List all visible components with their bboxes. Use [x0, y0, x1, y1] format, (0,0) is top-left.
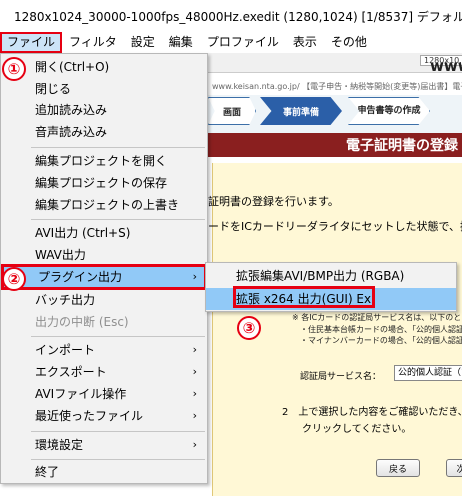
menu-item-audio-load[interactable]: 音声読み込み — [1, 121, 207, 143]
menu-item-open[interactable]: 開く(Ctrl+O) — [1, 56, 207, 78]
menu-item-plugin-output[interactable]: プラグイン出力 › — [1, 264, 207, 290]
menu-item-label: 追加読み込み — [35, 103, 108, 117]
annotation-marker-3: ③ — [237, 316, 261, 340]
window-titlebar: 1280x1024_30000-1000fps_48000Hz.exedit (… — [0, 0, 462, 32]
plugin-output-submenu: 拡張編集AVI/BMP出力 (RGBA) 拡張 x264 出力(GUI) Ex — [205, 262, 457, 312]
menu-item-label: WAV出力 — [35, 248, 86, 262]
menu-item-stop-output: 出力の中断 (Esc) — [1, 311, 207, 333]
step-preparation: 事前準備 — [260, 97, 342, 125]
menu-item-label: 出力の中断 (Esc) — [35, 315, 129, 329]
submenu-arrow-icon: › — [192, 387, 197, 400]
intro-text: 証明書の登録を行います。 — [208, 195, 339, 208]
submenu-arrow-icon: › — [192, 343, 197, 356]
page-heading-bar: 電子証明書の登録 — [208, 133, 462, 157]
menu-item-label: 最近使ったファイル — [35, 409, 144, 423]
submenu-item-exedit-avi-bmp[interactable]: 拡張編集AVI/BMP出力 (RGBA) — [206, 265, 456, 287]
menu-item-label: 編集プロジェクトの保存 — [35, 176, 168, 190]
step-screen: 画面 — [208, 97, 256, 125]
menu-filter[interactable]: フィルタ — [62, 32, 124, 53]
menu-item-close[interactable]: 閉じる — [1, 78, 207, 100]
menu-profile[interactable]: プロファイル — [200, 32, 286, 53]
submenu-arrow-icon: › — [192, 409, 197, 422]
menu-item-avi-file-ops[interactable]: AVIファイル操作 › — [1, 383, 207, 405]
instruction-text: ードをICカードリーダライタにセットした状態で、操 — [208, 220, 462, 233]
note-line: ・マイナンバーカードの場合、「公的個人認証 — [300, 336, 462, 345]
address-bar[interactable]: www.keisan.nta.go.jp/ 【電子申告・納税等開始(変更等)届出… — [208, 81, 462, 95]
menu-item-batch-output[interactable]: バッチ出力 — [1, 289, 207, 311]
menu-item-open-project[interactable]: 編集プロジェクトを開く — [1, 150, 207, 172]
menu-item-label: 閉じる — [35, 82, 72, 96]
menu-separator — [31, 147, 205, 148]
file-menu-dropdown: 開く(Ctrl+O) 閉じる 追加読み込み 音声読み込み 編集プロジェクトを開く… — [0, 53, 208, 484]
menu-item-label: エクスポート — [35, 365, 107, 379]
menu-separator — [31, 219, 205, 220]
site-brand: www.BA — [430, 57, 462, 75]
menu-item-preferences[interactable]: 環境設定 › — [1, 434, 207, 456]
annotation-marker-1: ① — [2, 57, 26, 81]
menu-item-label: AVIファイル操作 — [35, 387, 127, 401]
page-heading: 電子証明書の登録 — [346, 138, 458, 154]
menu-item-avi-output[interactable]: AVI出力 (Ctrl+S) — [1, 222, 207, 244]
menu-item-wav-output[interactable]: WAV出力 — [1, 244, 207, 266]
menu-item-recent-files[interactable]: 最近使ったファイル › — [1, 405, 207, 427]
menu-bar: ファイル フィルタ 設定 編集 プロファイル 表示 その他 — [0, 32, 462, 53]
note-line: ※ 各ICカードの認証局サービス名は、以下のと — [292, 313, 462, 322]
submenu-item-label: 拡張編集AVI/BMP出力 (RGBA) — [236, 269, 405, 283]
submenu-arrow-icon: › — [192, 270, 197, 283]
menu-item-import[interactable]: インポート › — [1, 339, 207, 361]
menu-edit[interactable]: 編集 — [162, 32, 200, 53]
menu-item-label: 環境設定 — [35, 438, 84, 452]
step2-text: クリックしてください。 — [302, 424, 412, 435]
menu-item-export[interactable]: エクスポート › — [1, 361, 207, 383]
menu-item-label: 音声読み込み — [35, 125, 108, 139]
annotation-highlight-box — [233, 286, 375, 308]
submenu-arrow-icon: › — [192, 438, 197, 451]
window-title: 1280x1024_30000-1000fps_48000Hz.exedit (… — [14, 9, 462, 24]
menu-item-label: 終了 — [35, 465, 60, 479]
menu-item-label: AVI出力 (Ctrl+S) — [35, 226, 131, 240]
menu-settings[interactable]: 設定 — [124, 32, 162, 53]
menu-item-label: 編集プロジェクトを開く — [35, 154, 168, 168]
menu-item-save-project[interactable]: 編集プロジェクトの保存 — [1, 172, 207, 194]
menu-view[interactable]: 表示 — [286, 32, 324, 53]
annotation-marker-2: ② — [2, 267, 26, 291]
menu-item-label: バッチ出力 — [35, 293, 96, 307]
menu-separator — [31, 459, 205, 460]
menu-item-label: プラグイン出力 — [38, 270, 123, 284]
menu-item-label: 開く(Ctrl+O) — [35, 60, 110, 74]
service-label: 認証局サービス名： — [300, 372, 382, 382]
step-create-return: 申告書等の作成 — [348, 97, 430, 125]
next-button[interactable]: 次 — [446, 459, 462, 477]
submenu-arrow-icon: › — [192, 365, 197, 378]
menu-item-label: インポート — [35, 343, 96, 357]
menu-item-label: 編集プロジェクトの上書き — [35, 198, 180, 212]
service-select[interactable]: 公的個人認証（マ — [394, 365, 462, 381]
menu-item-append[interactable]: 追加読み込み — [1, 99, 207, 121]
menu-separator — [31, 431, 205, 432]
menu-item-exit[interactable]: 終了 — [1, 461, 207, 483]
step2-text: 2 上で選択した内容をご確認いただき、 — [282, 407, 462, 418]
menu-file[interactable]: ファイル — [0, 32, 63, 53]
menu-item-overwrite-project[interactable]: 編集プロジェクトの上書き — [1, 194, 207, 216]
progress-steps: 画面 事前準備 申告書等の作成 — [208, 95, 462, 133]
menu-separator — [31, 336, 205, 337]
menu-other[interactable]: その他 — [324, 32, 374, 53]
note-line: ・住民基本台帳カードの場合、「公的個人認証 — [300, 325, 462, 334]
back-button[interactable]: 戻る — [376, 459, 420, 477]
